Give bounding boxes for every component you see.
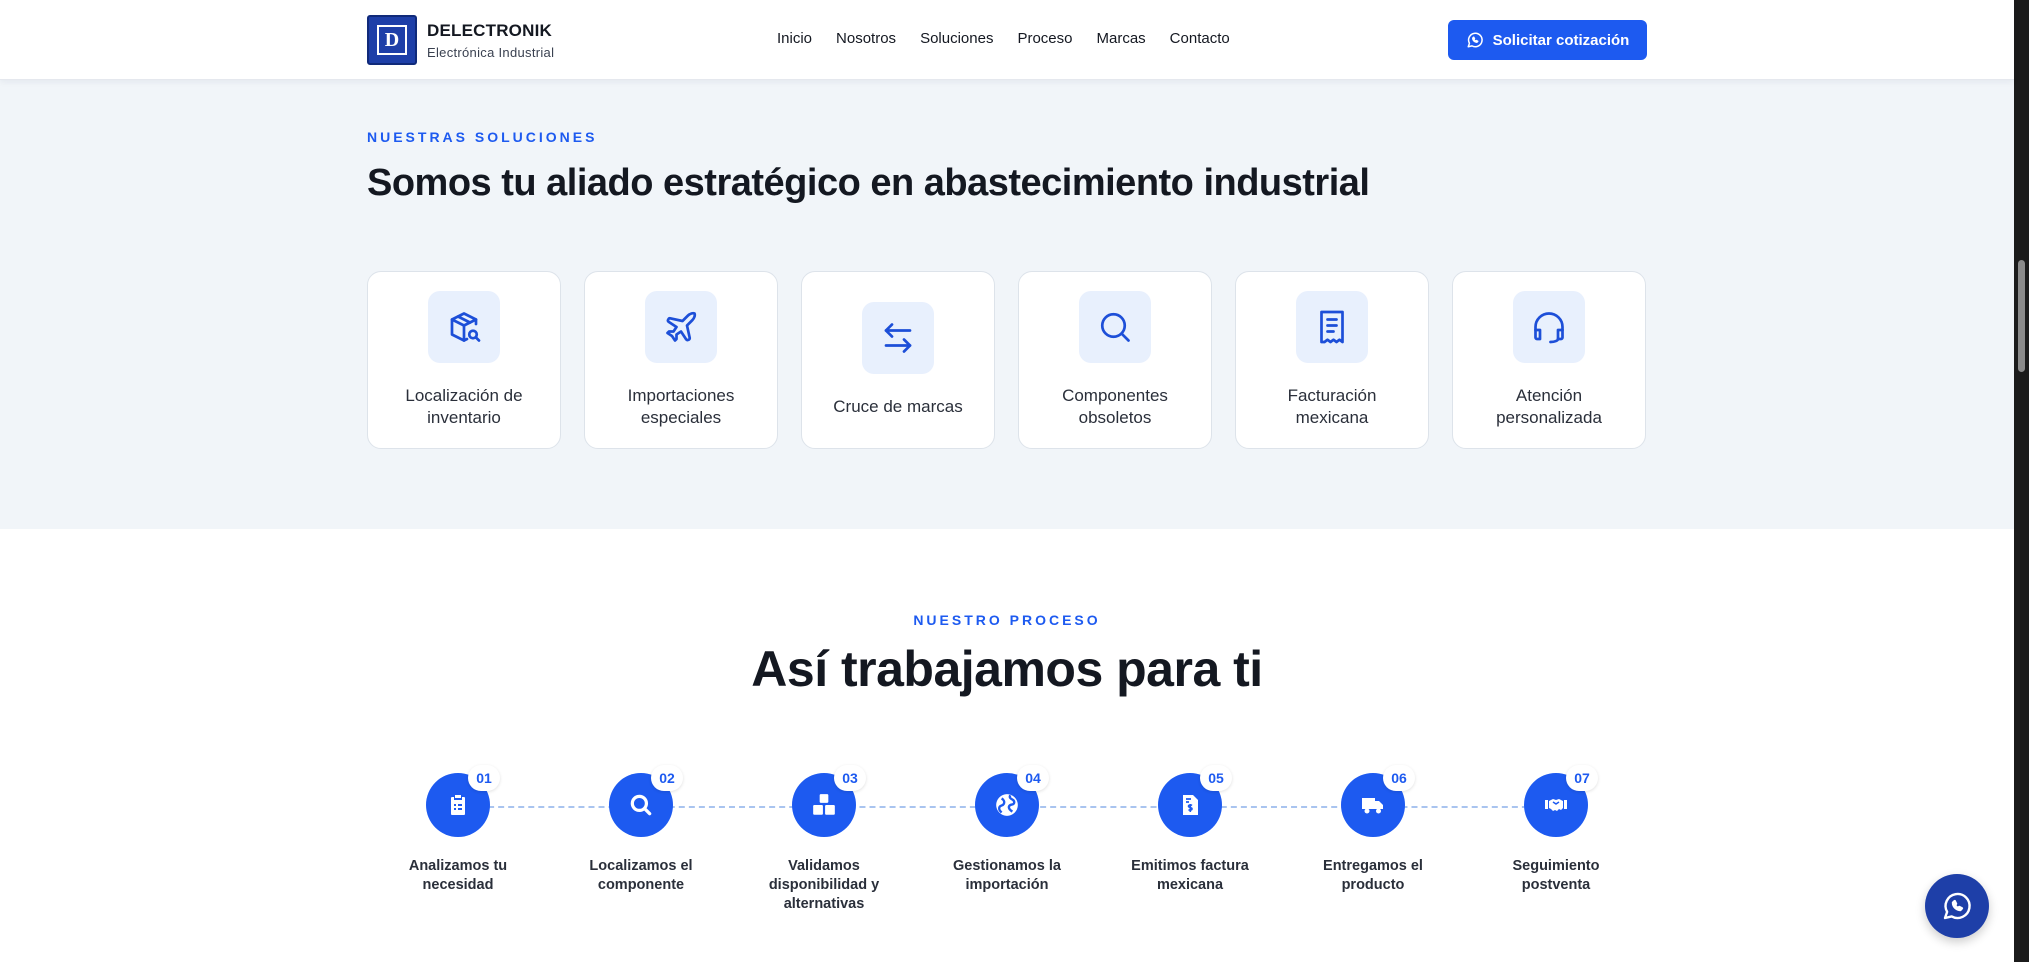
step-circle: 01 <box>426 765 500 837</box>
globe-icon <box>996 794 1018 816</box>
whatsapp-icon <box>1467 32 1483 48</box>
whatsapp-icon <box>1943 892 1971 920</box>
nav-marcas[interactable]: Marcas <box>1096 30 1145 47</box>
step-number: 01 <box>468 765 500 791</box>
scrollbar-thumb[interactable] <box>2018 260 2025 372</box>
step-label: Entregamos el producto <box>1323 858 1423 893</box>
step-number: 07 <box>1566 765 1598 791</box>
step-label: Gestionamos la importación <box>953 858 1061 893</box>
site-header: D DELECTRONIK Electrónica Industrial Ini… <box>0 0 2014 80</box>
process-step-5: 05 Emitimos factura mexicana <box>1110 765 1270 895</box>
step-circle: 06 <box>1341 765 1415 837</box>
brand-logo: D <box>367 15 417 65</box>
step-label: Validamos disponibilidad y alternativas <box>768 858 880 912</box>
step-circle: 05 <box>1158 765 1232 837</box>
boxes-icon <box>813 794 835 815</box>
nav-contacto[interactable]: Contacto <box>1170 30 1230 47</box>
step-number: 02 <box>651 765 683 791</box>
step-label: Emitimos factura mexicana <box>1131 858 1249 893</box>
nav-nosotros[interactable]: Nosotros <box>836 30 896 47</box>
truck-icon <box>1362 798 1383 814</box>
process-step-1: 01 Analizamos tu necesidad <box>378 765 538 895</box>
clipboard-icon <box>451 795 465 815</box>
request-quote-label: Solicitar cotización <box>1492 31 1630 49</box>
process-steps: 01 Analizamos tu necesidad 02 Localizamo… <box>0 0 2014 962</box>
floating-whatsapp-button[interactable] <box>1925 874 1989 938</box>
brand[interactable]: D DELECTRONIK Electrónica Industrial <box>367 15 554 65</box>
process-step-4: 04 Gestionamos la importación <box>927 765 1087 895</box>
process-step-6: 06 Entregamos el producto <box>1293 765 1453 895</box>
search-icon <box>630 794 652 816</box>
step-number: 06 <box>1383 765 1415 791</box>
nav-soluciones[interactable]: Soluciones <box>920 30 993 47</box>
step-number: 05 <box>1200 765 1232 791</box>
handshake-icon <box>1545 799 1567 811</box>
step-number: 03 <box>834 765 866 791</box>
request-quote-button[interactable]: Solicitar cotización <box>1448 20 1647 60</box>
step-label: Localizamos el componente <box>589 858 693 893</box>
step-circle: 04 <box>975 765 1049 837</box>
step-circle: 03 <box>792 765 866 837</box>
logo-mark-icon: D <box>377 25 407 55</box>
brand-name: DELECTRONIK <box>427 20 552 40</box>
process-step-2: 02 Localizamos el componente <box>561 765 721 895</box>
step-label: Seguimiento postventa <box>1512 858 1600 893</box>
invoice-icon <box>1183 795 1198 815</box>
brand-tagline: Electrónica Industrial <box>427 44 555 60</box>
nav-inicio[interactable]: Inicio <box>777 30 812 47</box>
main-nav: Inicio Nosotros Soluciones Proceso Marca… <box>777 30 1254 47</box>
process-step-7: 07 Seguimiento postventa <box>1476 765 1636 895</box>
process-step-3: 03 Validamos disponibilidad y alternativ… <box>744 765 904 914</box>
step-circle: 02 <box>609 765 683 837</box>
step-circle: 07 <box>1524 765 1598 837</box>
step-label: Analizamos tu necesidad <box>408 858 508 893</box>
step-number: 04 <box>1017 765 1049 791</box>
page-scrollbar[interactable] <box>2014 0 2029 962</box>
nav-proceso[interactable]: Proceso <box>1017 30 1072 47</box>
